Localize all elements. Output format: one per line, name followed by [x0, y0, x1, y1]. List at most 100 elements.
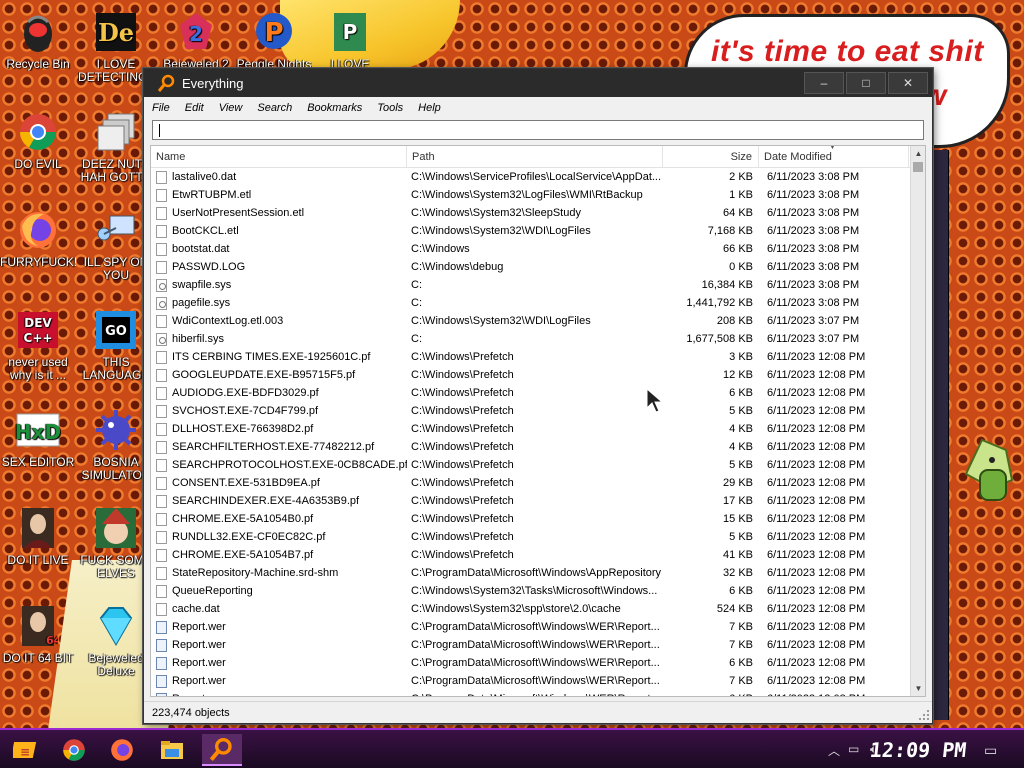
result-name-cell: ITS CERBING TIMES.EXE-1925601C.pf: [151, 348, 407, 366]
result-row[interactable]: Report.wer C:\ProgramData\Microsoft\Windo…: [151, 654, 925, 672]
result-row[interactable]: WdiContextLog.etl.003 C:\Windows\System32…: [151, 312, 925, 330]
results-list: Name Path Size Date Modified ▼ lastalive…: [150, 145, 926, 697]
result-path: C:\Windows\Prefetch: [411, 531, 514, 543]
result-size: 4 KB: [729, 423, 753, 435]
desktop-icon-do-evil[interactable]: DO EVIL: [0, 108, 76, 171]
firefox-icon: [14, 206, 62, 254]
result-row[interactable]: SVCHOST.EXE-7CD4F799.pf C:\Windows\Prefet…: [151, 402, 925, 420]
result-size: 0 KB: [729, 261, 753, 273]
result-name-cell: SVCHOST.EXE-7CD4F799.pf: [151, 402, 407, 420]
result-row[interactable]: ITS CERBING TIMES.EXE-1925601C.pf C:\Wind…: [151, 348, 925, 366]
result-row[interactable]: EtwRTUBPM.etl C:\Windows\System32\LogFile…: [151, 186, 925, 204]
notifications-icon[interactable]: ▭: [984, 742, 997, 759]
start-button[interactable]: ≡: [6, 734, 46, 766]
menu-bookmarks[interactable]: Bookmarks: [307, 102, 362, 114]
result-row[interactable]: pagefile.sys C: 1,441,792 KB 6/11/2023 3:08…: [151, 294, 925, 312]
result-row[interactable]: hiberfil.sys C: 1,677,508 KB 6/11/2023 3:07…: [151, 330, 925, 348]
menu-edit[interactable]: Edit: [185, 102, 204, 114]
result-path: C:\Windows\Prefetch: [411, 369, 514, 381]
result-row[interactable]: lastalive0.dat C:\Windows\ServiceProfiles…: [151, 168, 925, 186]
result-path: C:\ProgramData\Microsoft\Windows\WER\Rep…: [411, 657, 660, 669]
file-icon: [156, 368, 167, 382]
desktop-icon-do-it-live[interactable]: DO IT LIVE: [0, 504, 76, 567]
system-file-icon: [156, 278, 167, 292]
maximize-button[interactable]: □: [846, 72, 886, 94]
scrollbar-thumb[interactable]: [913, 162, 923, 172]
result-row[interactable]: GOOGLEUPDATE.EXE-B95715F5.pf C:\Windows\P…: [151, 366, 925, 384]
result-name-cell: hiberfil.sys: [151, 330, 407, 348]
desktop-icon-furryfuck[interactable]: FURRYFUCK!: [0, 206, 76, 269]
result-row[interactable]: BootCKCL.etl C:\Windows\System32\WDI\LogF…: [151, 222, 925, 240]
file-icon: [156, 188, 167, 202]
menu-file[interactable]: File: [152, 102, 170, 114]
title-bar[interactable]: Everything – □ ✕: [144, 69, 932, 97]
desktop-icon-do-it-64-bit[interactable]: 64 DO IT 64 BIT: [0, 602, 76, 665]
result-row[interactable]: PASSWD.LOG C:\Windows\debug 0 KB 6/11/2023 …: [151, 258, 925, 276]
result-row[interactable]: CHROME.EXE-5A1054B7.pf C:\Windows\Prefetc…: [151, 546, 925, 564]
result-row[interactable]: SEARCHFILTERHOST.EXE-77482212.pf C:\Windo…: [151, 438, 925, 456]
result-date-modified: 6/11/2023 12:08 PM: [767, 567, 866, 579]
taskbar-file-explorer[interactable]: [152, 734, 192, 766]
result-path: C:\Windows\System32\WDI\LogFiles: [411, 315, 591, 327]
menu-view[interactable]: View: [219, 102, 243, 114]
desktop-icon-label: SEX EDITOR: [1, 456, 75, 469]
result-row[interactable]: UserNotPresentSession.etl C:\Windows\Syst…: [151, 204, 925, 222]
windows-stack-icon: [92, 108, 140, 156]
result-path: C:\ProgramData\Microsoft\Windows\AppRepo…: [411, 567, 662, 579]
scroll-up-icon[interactable]: ▲: [911, 146, 925, 161]
result-row[interactable]: SEARCHINDEXER.EXE-4A6353B9.pf C:\Windows\…: [151, 492, 925, 510]
desktop-icon-devcpp[interactable]: DEV C++ never used why is it ...: [0, 306, 76, 382]
result-row[interactable]: DLLHOST.EXE-766398D2.pf C:\Windows\Prefet…: [151, 420, 925, 438]
result-row[interactable]: Report.wer C:\ProgramData\Microsoft\Windo…: [151, 672, 925, 690]
result-row[interactable]: CONSENT.EXE-531BD9EA.pf C:\Windows\Prefet…: [151, 474, 925, 492]
result-name: SEARCHINDEXER.EXE-4A6353B9.pf: [172, 495, 360, 507]
result-row[interactable]: Report.wer C:\ProgramData\Microsoft\Windo…: [151, 618, 925, 636]
result-row[interactable]: cache.dat C:\Windows\System32\spp\store\2…: [151, 600, 925, 618]
result-row[interactable]: bootstat.dat C:\Windows 66 KB 6/11/2023 3:0…: [151, 240, 925, 258]
result-name-cell: StateRepository-Machine.srd-shm: [151, 564, 407, 582]
result-row[interactable]: StateRepository-Machine.srd-shm C:\Progra…: [151, 564, 925, 582]
desktop-icon-peggle-nights[interactable]: P Peggle Nights: [236, 8, 312, 71]
desktop-icon-bejeweled-2[interactable]: 2 Bejeweled 2: [158, 8, 234, 71]
svg-text:HxD: HxD: [15, 420, 61, 444]
resize-grip-icon[interactable]: [919, 710, 929, 720]
column-path-header[interactable]: Path: [407, 146, 663, 168]
taskbar-everything[interactable]: [202, 734, 242, 766]
desktop-icon-sex-editor[interactable]: HxD SEX EDITOR: [0, 406, 76, 469]
result-name: CHROME.EXE-5A1054B7.pf: [172, 549, 314, 561]
start-icon: ≡: [13, 742, 37, 759]
result-name-cell: SEARCHINDEXER.EXE-4A6353B9.pf: [151, 492, 407, 510]
close-button[interactable]: ✕: [888, 72, 928, 94]
result-path: C:\Windows\Prefetch: [411, 351, 514, 363]
column-size-header[interactable]: Size: [663, 146, 759, 168]
taskbar-clock[interactable]: 12:09 PM: [868, 738, 967, 762]
result-row[interactable]: SEARCHPROTOCOLHOST.EXE-0CB8CADE.pf C:\Win…: [151, 456, 925, 474]
column-name-header[interactable]: Name: [151, 146, 407, 168]
menu-search[interactable]: Search: [257, 102, 292, 114]
desktop-icon-i-love[interactable]: P I LOVE: [312, 8, 388, 71]
result-date-modified: 6/11/2023 3:08 PM: [767, 207, 860, 219]
network-tray-icon[interactable]: ▭: [848, 742, 859, 756]
result-row[interactable]: RUNDLL32.EXE-CF0EC82C.pf C:\Windows\Prefe…: [151, 528, 925, 546]
taskbar-firefox[interactable]: [102, 734, 142, 766]
result-row[interactable]: Report.wer C:\ProgramData\Microsoft\Windo…: [151, 636, 925, 654]
result-size: 7 KB: [729, 675, 753, 687]
result-date-modified: 6/11/2023 3:08 PM: [767, 171, 860, 183]
result-row[interactable]: swapfile.sys C: 16,384 KB 6/11/2023 3:08 PM: [151, 276, 925, 294]
file-icon: [156, 440, 167, 454]
result-row[interactable]: CHROME.EXE-5A1054B0.pf C:\Windows\Prefetc…: [151, 510, 925, 528]
result-row[interactable]: AUDIODG.EXE-BDFD3029.pf C:\Windows\Prefet…: [151, 384, 925, 402]
minimize-button[interactable]: –: [804, 72, 844, 94]
result-row[interactable]: QueueReporting C:\Windows\System32\Tasks\…: [151, 582, 925, 600]
desktop-icon-recycle-bin[interactable]: Recycle Bin: [0, 8, 76, 71]
show-hidden-icons-icon[interactable]: ︿: [828, 742, 840, 759]
result-name-cell: AUDIODG.EXE-BDFD3029.pf: [151, 384, 407, 402]
vertical-scrollbar[interactable]: ▲ ▼: [910, 146, 925, 696]
menu-help[interactable]: Help: [418, 102, 441, 114]
result-row[interactable]: Report.wer C:\ProgramData\Microsoft\Windo…: [151, 690, 925, 696]
result-size: 4 KB: [729, 441, 753, 453]
search-input[interactable]: [153, 121, 923, 139]
menu-tools[interactable]: Tools: [377, 102, 403, 114]
scroll-down-icon[interactable]: ▼: [911, 681, 925, 696]
taskbar-chrome[interactable]: [54, 734, 94, 766]
